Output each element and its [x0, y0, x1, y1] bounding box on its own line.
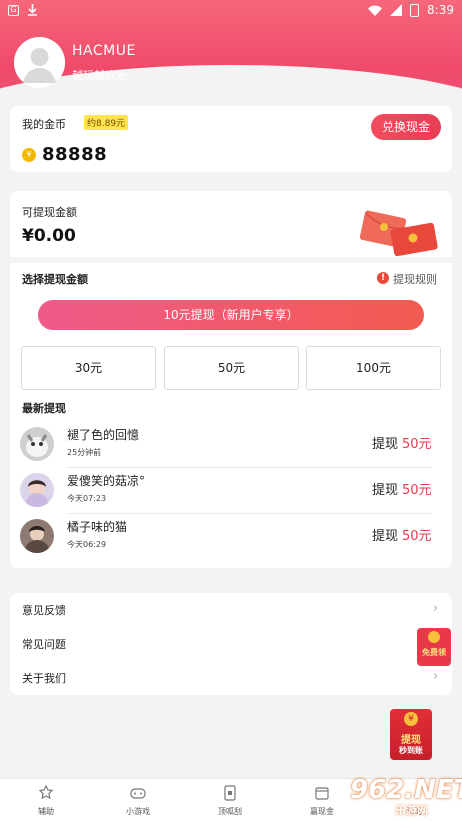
- withdraw-amount: 50元: [402, 437, 432, 452]
- settings-menu: 意见反馈 › 常见问题 关于我们 ›: [10, 593, 452, 695]
- status-time: 8:39: [427, 3, 454, 17]
- tab-label: 辅助: [38, 807, 54, 816]
- list-item: 褪了色的回憶 25分钟前 提现 50元: [20, 422, 432, 468]
- menu-item-label: 关于我们: [22, 672, 66, 685]
- user-name: 褪了色的回憶: [67, 428, 140, 442]
- user-avatar: [20, 473, 54, 507]
- tab-label: 小游戏: [126, 807, 150, 816]
- scratch-card-icon: [224, 785, 236, 801]
- list-item: 橘子味的猫 今天06:29 提现 50元: [20, 514, 432, 560]
- tab-label: 赢现金: [310, 807, 334, 816]
- helper-icon: [38, 785, 54, 800]
- user-avatar: [20, 519, 54, 553]
- tab-label: 顶呱刮: [218, 807, 242, 816]
- menu-item-about[interactable]: 关于我们 ›: [10, 661, 452, 695]
- section-divider: [10, 257, 452, 263]
- red-envelope-icon: [359, 210, 438, 256]
- float-withdraw-title: 提现: [401, 735, 421, 746]
- withdraw-rules-link[interactable]: 提现规则: [393, 271, 437, 287]
- amount-option-100[interactable]: 100元: [306, 346, 441, 390]
- menu-item-label: 常见问题: [22, 638, 66, 651]
- coin-icon: ¥: [22, 148, 36, 162]
- free-gift-label: 免费领: [422, 648, 446, 657]
- withdraw-time: 今天07:23: [67, 494, 107, 503]
- download-icon: [28, 4, 37, 16]
- menu-item-faq[interactable]: 常见问题: [10, 627, 452, 661]
- instant-withdraw-float-button[interactable]: ¥ 提现 秒到账: [390, 709, 432, 760]
- withdraw-action: 提现: [372, 529, 399, 544]
- withdraw-action: 提现: [372, 437, 399, 452]
- battery-icon: [410, 3, 420, 17]
- wifi-icon: [368, 5, 383, 16]
- menu-item-feedback[interactable]: 意见反馈 ›: [10, 593, 452, 627]
- coins-value: 88888: [42, 144, 108, 165]
- app-notification-icon: G: [8, 4, 19, 16]
- cash-icon: [315, 787, 329, 800]
- signal-icon: [390, 4, 403, 16]
- chevron-right-icon: ›: [433, 601, 439, 616]
- coin-icon: [428, 631, 440, 643]
- withdraw-time: 今天06:29: [67, 540, 107, 549]
- new-user-withdraw-button[interactable]: 10元提现（新用户专享）: [38, 300, 424, 330]
- watermark-subtitle: 乐游网: [395, 804, 428, 817]
- info-icon[interactable]: !: [377, 272, 389, 284]
- gamepad-icon: [130, 788, 146, 799]
- status-bar: G 8:39: [0, 0, 462, 20]
- profile-slogan: 越玩越欢乐: [72, 69, 127, 82]
- coins-label: 我的金币: [22, 118, 66, 131]
- withdraw-amount: 50元: [402, 483, 432, 498]
- free-gift-float-button[interactable]: 免费领: [417, 628, 451, 666]
- amount-option-50[interactable]: 50元: [164, 346, 299, 390]
- coins-card: 我的金币 约8.89元 ¥ 88888 兑换现金: [10, 106, 452, 172]
- tab-scratch[interactable]: 顶呱刮: [184, 779, 276, 821]
- amount-option-30[interactable]: 30元: [21, 346, 156, 390]
- tab-helper[interactable]: 辅助: [0, 779, 92, 821]
- withdrawable-value: ¥0.00: [22, 226, 76, 246]
- user-name: 爱傻笑的菇凉°: [67, 474, 146, 488]
- user-avatar: [20, 427, 54, 461]
- exchange-cash-button[interactable]: 兑换现金: [371, 114, 441, 140]
- list-item: 爱傻笑的菇凉° 今天07:23 提现 50元: [20, 468, 432, 514]
- username: HACMUE: [72, 43, 136, 59]
- choose-amount-label: 选择提现金额: [22, 273, 88, 286]
- chevron-right-icon: ›: [433, 669, 439, 684]
- float-withdraw-sub: 秒到账: [399, 746, 423, 755]
- yuan-coin-icon: ¥: [404, 712, 418, 726]
- user-name: 橘子味的猫: [67, 520, 128, 534]
- withdraw-amount: 50元: [402, 529, 432, 544]
- recent-withdrawals-title: 最新提现: [22, 402, 66, 415]
- withdrawable-label: 可提现金额: [22, 206, 77, 219]
- withdraw-time: 25分钟前: [67, 448, 102, 457]
- menu-item-label: 意见反馈: [22, 604, 66, 617]
- tab-mini-games[interactable]: 小游戏: [92, 779, 184, 821]
- watermark-logo: 962.NET: [350, 775, 462, 805]
- coins-estimate-badge: 约8.89元: [84, 115, 129, 130]
- withdraw-card: 可提现金额 ¥0.00 选择提现金额 ! 提现规则 10元提现（新用户专享） 3…: [10, 191, 452, 568]
- withdraw-action: 提现: [372, 483, 399, 498]
- avatar[interactable]: [14, 37, 65, 88]
